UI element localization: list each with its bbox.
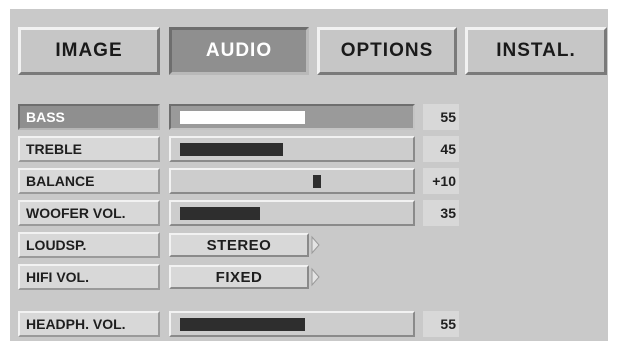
headph-vol-slider-fill [180,318,305,331]
woofer-vol-slider-fill [180,207,260,220]
bass-value: 55 [423,104,459,130]
balance-marker [313,175,321,188]
audio-menu-screen: IMAGE AUDIO OPTIONS INSTAL. BASS 55 TREB… [10,9,608,341]
treble-slider-fill [180,143,283,156]
row-label-woofer-vol[interactable]: WOOFER VOL. [18,200,160,226]
row-label-hifi-vol[interactable]: HIFI VOL. [18,264,160,290]
tab-image[interactable]: IMAGE [18,27,160,75]
row-label-bass[interactable]: BASS [18,104,160,130]
woofer-vol-slider[interactable] [169,200,415,226]
row-label-balance[interactable]: BALANCE [18,168,160,194]
headph-vol-slider[interactable] [169,311,415,337]
tab-options[interactable]: OPTIONS [317,27,457,75]
chevron-right-icon[interactable] [311,233,321,257]
row-label-treble[interactable]: TREBLE [18,136,160,162]
row-label-loudsp[interactable]: LOUDSP. [18,232,160,258]
tab-instal[interactable]: INSTAL. [465,27,607,75]
balance-slider[interactable] [169,168,415,194]
hifi-vol-option-button[interactable]: FIXED [169,265,309,289]
chevron-right-icon[interactable] [311,265,321,289]
tab-audio[interactable]: AUDIO [169,27,309,75]
bass-slider-fill [180,111,305,124]
bass-slider[interactable] [169,104,415,130]
woofer-vol-value: 35 [423,200,459,226]
loudsp-option-button[interactable]: STEREO [169,233,309,257]
balance-value: +10 [423,168,459,194]
treble-slider[interactable] [169,136,415,162]
treble-value: 45 [423,136,459,162]
headph-vol-value: 55 [423,311,459,337]
row-label-headph-vol[interactable]: HEADPH. VOL. [18,311,160,337]
